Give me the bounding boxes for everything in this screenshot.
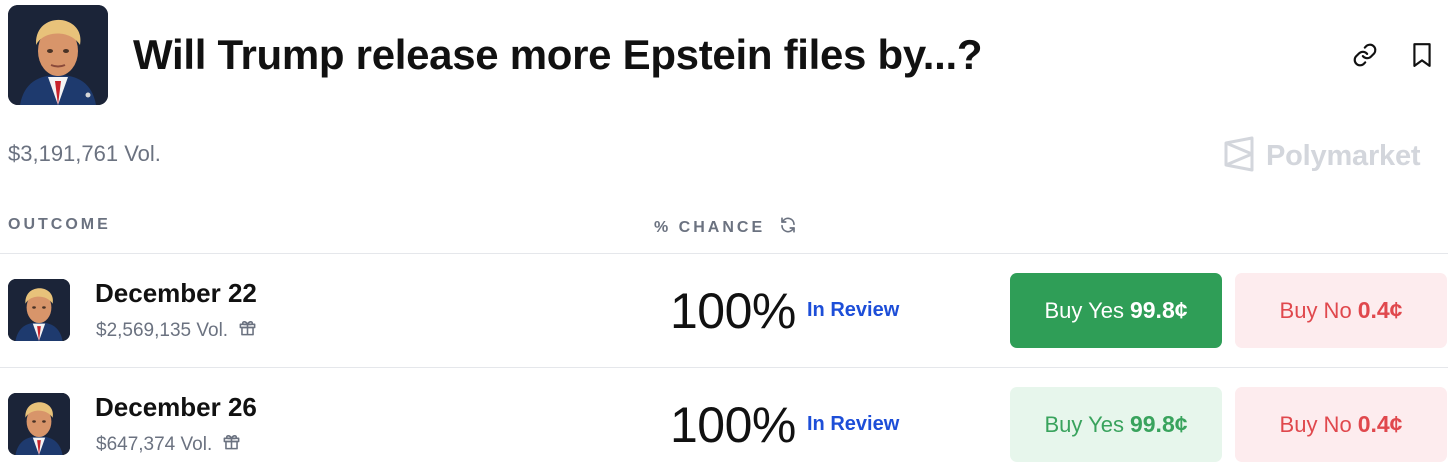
outcome-avatar <box>8 279 70 341</box>
outcome-volume: $2,569,135 Vol. <box>96 318 257 343</box>
market-avatar <box>8 5 108 105</box>
outcome-chance: 100% <box>670 283 796 339</box>
gift-icon[interactable] <box>238 318 257 343</box>
bookmark-icon[interactable] <box>1407 40 1437 70</box>
link-icon[interactable] <box>1350 40 1380 70</box>
outcome-title: December 26 <box>95 392 257 422</box>
market-volume: $3,191,761 Vol. <box>8 141 161 166</box>
status-badge: In Review <box>807 413 900 435</box>
buy-no-price: 0.4¢ <box>1357 297 1403 323</box>
buy-no-price: 0.4¢ <box>1357 411 1403 437</box>
buy-yes-price: 99.8¢ <box>1129 411 1188 437</box>
market-card: Will Trump release more Epstein files by… <box>0 0 1456 473</box>
buy-yes-button[interactable]: Buy Yes 99.8¢ <box>1010 387 1222 462</box>
outcome-volume-text: $2,569,135 Vol. <box>96 319 229 341</box>
outcome-chance: 100% <box>670 397 796 453</box>
outcome-row[interactable]: December 26 $647,374 Vol. 100% In Review… <box>0 368 1448 473</box>
buy-yes-button[interactable]: Buy Yes 99.8¢ <box>1010 273 1222 348</box>
buy-yes-label: Buy Yes <box>1044 297 1124 323</box>
buy-no-label: Buy No <box>1279 411 1352 437</box>
market-title: Will Trump release more Epstein files by… <box>133 31 983 78</box>
brand-name: Polymarket <box>1266 139 1421 172</box>
polymarket-logo-icon <box>1222 136 1256 177</box>
buy-yes-label: Buy Yes <box>1044 411 1124 437</box>
status-badge: In Review <box>807 299 900 321</box>
outcome-volume: $647,374 Vol. <box>96 432 241 457</box>
refresh-icon[interactable] <box>779 216 797 239</box>
buy-yes-price: 99.8¢ <box>1129 297 1188 323</box>
gift-icon[interactable] <box>222 432 241 457</box>
outcome-row[interactable]: December 22 $2,569,135 Vol. 100% In Revi… <box>0 254 1448 368</box>
outcome-avatar <box>8 393 70 455</box>
column-header-chance: % CHANCE <box>654 216 797 239</box>
column-header-outcome: OUTCOME <box>8 216 111 233</box>
outcome-title: December 22 <box>95 278 257 308</box>
brand-logo: Polymarket <box>1222 136 1421 177</box>
buy-no-button[interactable]: Buy No 0.4¢ <box>1235 273 1447 348</box>
outcome-volume-text: $647,374 Vol. <box>96 433 213 455</box>
buy-no-label: Buy No <box>1279 297 1352 323</box>
chance-header-label: % CHANCE <box>654 218 766 236</box>
buy-no-button[interactable]: Buy No 0.4¢ <box>1235 387 1447 462</box>
